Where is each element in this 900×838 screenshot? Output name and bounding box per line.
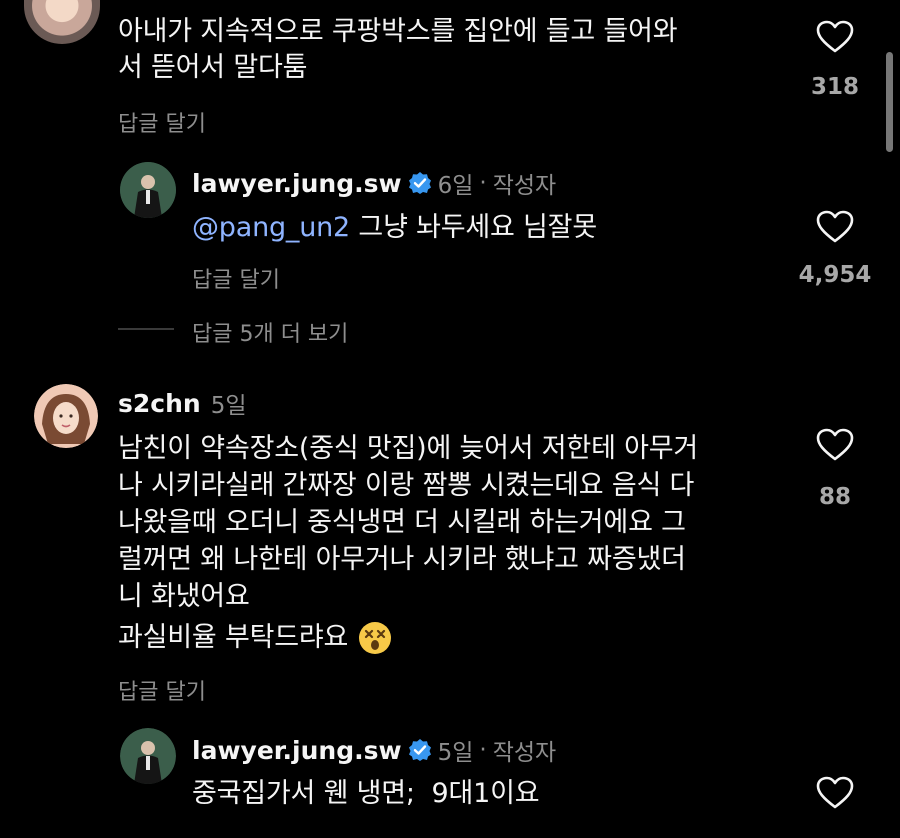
separator: · [479, 170, 487, 196]
comment-text: 중국집가서 웬 냉면; 9대1이요 [192, 778, 540, 809]
like-count: 318 [810, 74, 859, 100]
comment-header: s2chn 5일 [118, 386, 247, 420]
scrollbar-thumb[interactable] [886, 52, 893, 152]
comment-age: 6일 [437, 173, 474, 199]
comment-age: 5일 [437, 740, 474, 766]
verified-badge-icon [408, 171, 432, 195]
divider [118, 328, 174, 330]
comment-text: @pang_un2 그냥 놔두세요 님잘못 [192, 212, 597, 243]
comment-text: 아내가 지속적으로 쿠팡박스를 집안에 들고 들어와 서 뜯어서 말다툼 [118, 16, 678, 83]
author-label: 작성자 [492, 173, 557, 199]
avatar[interactable] [34, 384, 98, 448]
heart-outline-icon[interactable] [815, 428, 855, 466]
like-count: 4,954 [798, 262, 872, 288]
view-more-replies-button[interactable]: 답글 5개 더 보기 [192, 316, 348, 348]
comment-header: lawyer.jung.sw 6일 · 작성자 [192, 166, 556, 200]
like-count: 88 [818, 484, 851, 510]
comment-age: 5일 [210, 393, 247, 419]
reply-button[interactable]: 답글 달기 [192, 262, 280, 294]
comment-text-last-line: 과실비율 부탁드랴요 [118, 620, 392, 656]
heart-outline-icon[interactable] [815, 20, 855, 58]
heart-outline-icon[interactable] [815, 776, 855, 814]
username[interactable]: s2chn [118, 389, 201, 418]
author-label: 작성자 [492, 740, 557, 766]
avatar[interactable] [120, 728, 176, 784]
comment-text: 남친이 약속장소(중식 맛집)에 늦어서 저한테 아무거 나 시키라실래 간짜장… [118, 433, 699, 612]
dizzy-face-emoji-icon [358, 621, 392, 655]
avatar[interactable] [120, 162, 176, 218]
separator: · [479, 737, 487, 763]
reply-button[interactable]: 답글 달기 [118, 106, 206, 138]
avatar[interactable] [24, 0, 100, 44]
mention-link[interactable]: @pang_un2 [192, 212, 350, 243]
comment-header: lawyer.jung.sw 5일 · 작성자 [192, 733, 556, 767]
heart-outline-icon[interactable] [815, 210, 855, 248]
username[interactable]: lawyer.jung.sw [192, 736, 402, 765]
verified-badge-icon [408, 738, 432, 762]
reply-button[interactable]: 답글 달기 [118, 674, 206, 706]
username[interactable]: lawyer.jung.sw [192, 169, 402, 198]
